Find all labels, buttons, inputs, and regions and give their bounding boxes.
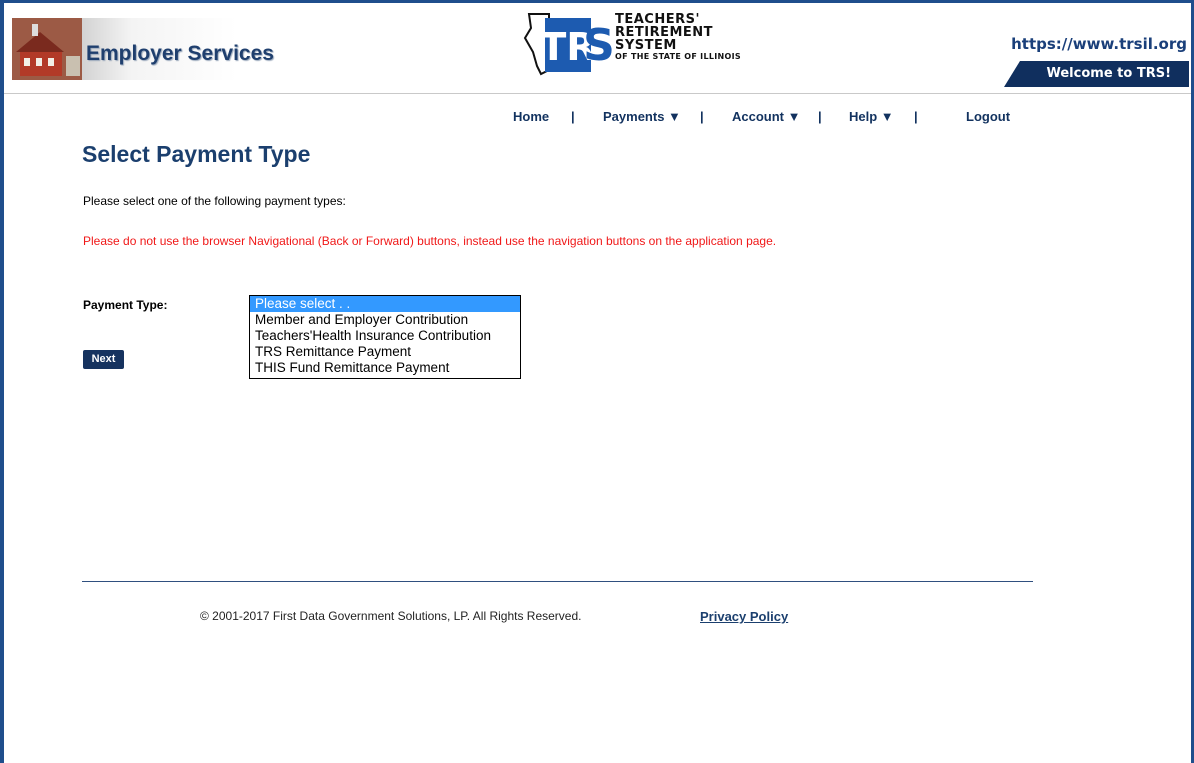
brand-title: Employer Services	[86, 42, 274, 65]
privacy-policy-link[interactable]: Privacy Policy	[700, 609, 788, 624]
nav-separator: |	[700, 109, 704, 124]
welcome-text: Welcome to TRS!	[1046, 66, 1171, 81]
next-button[interactable]: Next	[83, 350, 124, 369]
instruction-text: Please select one of the following payme…	[83, 194, 346, 208]
navigation-warning: Please do not use the browser Navigation…	[83, 234, 777, 248]
copyright-text: © 2001-2017 First Data Government Soluti…	[200, 609, 582, 623]
payment-option-teachers-health[interactable]: Teachers'Health Insurance Contribution	[250, 328, 520, 344]
payment-option-trs-remittance[interactable]: TRS Remittance Payment	[250, 344, 520, 360]
logo-line-3: SYSTEM	[615, 38, 677, 53]
logo-line-4: OF THE STATE OF ILLINOIS	[615, 52, 741, 61]
nav-separator: |	[571, 109, 575, 124]
window-frame	[0, 0, 1194, 763]
nav-payments[interactable]: Payments ▼	[603, 109, 681, 124]
payment-option-member-employer[interactable]: Member and Employer Contribution	[250, 312, 520, 328]
footer-divider	[82, 581, 1033, 582]
welcome-bar: Welcome to TRS!	[1004, 61, 1189, 87]
employer-services-banner: Employer Services	[12, 18, 312, 80]
schoolhouse-icon	[12, 18, 82, 80]
trs-logo-text: TEACHERS' RETIREMENT SYSTEM OF THE STATE…	[615, 13, 741, 61]
payment-type-label: Payment Type:	[83, 298, 168, 312]
site-header: Employer Services TR S TEACHERS' RETIREM…	[4, 3, 1191, 94]
svg-text:S: S	[583, 20, 615, 71]
nav-help[interactable]: Help ▼	[849, 109, 894, 124]
nav-separator: |	[818, 109, 822, 124]
payment-type-listbox[interactable]: Please select . . Member and Employer Co…	[249, 295, 521, 379]
nav-separator: |	[914, 109, 918, 124]
payment-option-please-select[interactable]: Please select . .	[250, 296, 520, 312]
nav-account[interactable]: Account ▼	[732, 109, 800, 124]
site-url: https://www.trsil.org	[1011, 35, 1187, 53]
nav-logout[interactable]: Logout	[966, 109, 1010, 124]
payment-option-this-fund[interactable]: THIS Fund Remittance Payment	[250, 360, 520, 376]
nav-home[interactable]: Home	[513, 109, 549, 124]
page-title: Select Payment Type	[82, 141, 311, 167]
